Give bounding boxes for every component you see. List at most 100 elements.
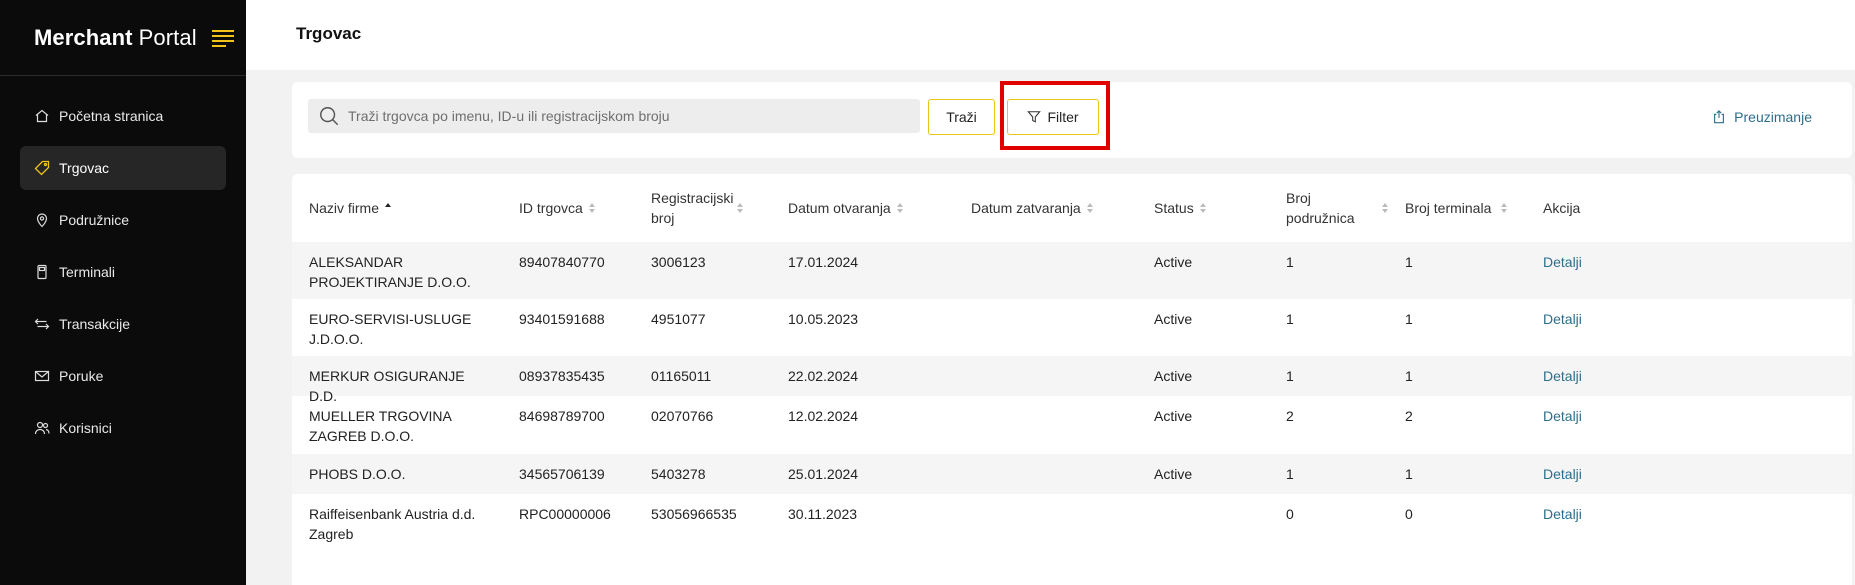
sidebar-item-trgovac[interactable]: Trgovac [20,146,226,190]
details-link[interactable]: Detalji [1543,309,1603,329]
search-toolbar: Traži Filter Preuzimanje [292,82,1852,158]
search-icon [320,107,339,126]
column-header[interactable]: Broj terminala [1405,184,1507,232]
column-header[interactable]: Naziv firme [309,184,392,232]
table-row: EURO-SERVISI-USLUGE J.D.O.O. 93401591688 4… [292,299,1852,356]
mail-icon [34,368,50,384]
column-header-label: Datum zatvaranja [971,200,1081,216]
pos-terminal-icon [34,264,50,280]
sidebar-item-početna-stranica[interactable]: Početna stranica [20,94,226,138]
download-button[interactable]: Preuzimanje [1712,109,1812,125]
cell-branches: 1 [1286,254,1294,270]
cell-status: Active [1154,368,1193,384]
table-row: PHOBS D.O.O. 34565706139 5403278 25.01.2024… [292,454,1852,494]
table-row: MERKUR OSIGURANJE D.D. 08937835435 0116501… [292,356,1852,404]
merchants-table: Naziv firme ID trgovca Registracijski broj… [292,174,1852,585]
filter-button-label: Filter [1047,109,1079,125]
column-header: Akcija [1543,184,1580,232]
sort-icon[interactable] [588,203,595,213]
sidebar-item-korisnici[interactable]: Korisnici [20,406,226,450]
sidebar: Merchant Portal Početna stranica Trgovac Po… [0,0,246,585]
table-row: ALEKSANDAR PROJEKTIRANJE D.O.O. 894078407… [292,242,1852,299]
cell-branches: 1 [1286,368,1294,384]
cell-id: 08937835435 [519,368,605,384]
cell-status: Active [1154,466,1193,482]
cell-reg: 53056966535 [651,506,737,522]
sort-icon[interactable] [385,203,392,213]
cell-id: 34565706139 [519,466,605,482]
users-icon [34,420,50,436]
cell-branches: 1 [1286,466,1294,482]
brand: Merchant Portal [0,0,246,76]
sidebar-nav: Početna stranica Trgovac Podružnice Termina… [0,76,246,450]
cell-branches: 2 [1286,408,1294,424]
column-header-label: Datum otvaranja [788,200,891,216]
search-button[interactable]: Traži [928,99,995,135]
brand-logo: Merchant Portal [34,25,197,51]
transfer-arrows-icon [34,316,50,332]
download-label: Preuzimanje [1734,109,1812,125]
column-header-label: Broj podružnica [1286,190,1355,226]
brand-name-bold: Merchant [34,24,133,50]
cell-reg: 5403278 [651,466,706,482]
cell-opened: 25.01.2024 [788,466,859,482]
sidebar-item-label: Podružnice [59,212,130,228]
sort-icon[interactable] [896,203,903,213]
cell-opened: 17.01.2024 [788,254,859,270]
sort-icon[interactable] [1086,203,1093,213]
filter-button[interactable]: Filter [1007,99,1099,135]
details-link[interactable]: Detalji [1543,252,1603,272]
cell-name: MUELLER TRGOVINA ZAGREB D.O.O. [309,408,452,444]
sidebar-item-label: Korisnici [59,420,112,436]
download-icon [1714,110,1725,124]
cell-branches: 0 [1286,506,1294,522]
sidebar-item-label: Poruke [59,368,104,384]
cell-terminals: 1 [1405,466,1413,482]
cell-branches: 1 [1286,311,1294,327]
cell-id: 84698789700 [519,408,605,424]
cell-name: ALEKSANDAR PROJEKTIRANJE D.O.O. [309,254,471,290]
search-input[interactable] [348,108,908,124]
cell-terminals: 2 [1405,408,1413,424]
cell-id: 93401591688 [519,311,605,327]
details-link[interactable]: Detalji [1543,504,1603,524]
details-link[interactable]: Detalji [1543,366,1603,386]
sidebar-item-poruke[interactable]: Poruke [20,354,226,398]
cell-terminals: 1 [1405,368,1413,384]
cell-terminals: 1 [1405,311,1413,327]
cell-reg: 01165011 [651,368,712,384]
cell-id: 89407840770 [519,254,605,270]
cell-terminals: 0 [1405,506,1413,522]
filter-icon [1027,111,1042,123]
column-header-label: Broj terminala [1405,200,1492,216]
details-link[interactable]: Detalji [1543,406,1603,426]
column-header[interactable]: Datum otvaranja [788,184,903,232]
column-header[interactable]: Datum zatvaranja [971,184,1093,232]
search-field[interactable] [308,99,920,133]
column-header-label: Naziv firme [309,200,380,216]
sort-icon[interactable] [1382,203,1388,213]
details-link[interactable]: Detalji [1543,464,1603,484]
menu-toggle-icon[interactable] [212,27,236,49]
column-header-label: ID trgovca [519,200,583,216]
column-header-label: Registracijski broj [651,190,734,226]
sidebar-item-podružnice[interactable]: Podružnice [20,198,226,242]
sidebar-item-label: Početna stranica [59,108,164,124]
sidebar-item-label: Terminali [59,264,116,280]
sort-icon[interactable] [1501,203,1507,213]
sort-icon[interactable] [737,203,743,213]
cell-status: Active [1154,254,1193,270]
column-header[interactable]: Broj podružnica [1286,184,1388,232]
cell-status: Active [1154,311,1193,327]
cell-name: EURO-SERVISI-USLUGE J.D.O.O. [309,311,472,347]
sidebar-item-terminali[interactable]: Terminali [20,250,226,294]
sidebar-item-transakcije[interactable]: Transakcije [20,302,226,346]
column-header[interactable]: Registracijski broj [651,184,743,232]
table-row: MUELLER TRGOVINA ZAGREB D.O.O. 8469878970… [292,396,1852,454]
sort-icon[interactable] [1199,203,1206,213]
cell-id: RPC00000006 [519,506,611,522]
brand-name-light: Portal [138,24,197,50]
column-header[interactable]: ID trgovca [519,184,595,232]
column-header-label: Akcija [1543,200,1581,216]
column-header[interactable]: Status [1154,184,1206,232]
